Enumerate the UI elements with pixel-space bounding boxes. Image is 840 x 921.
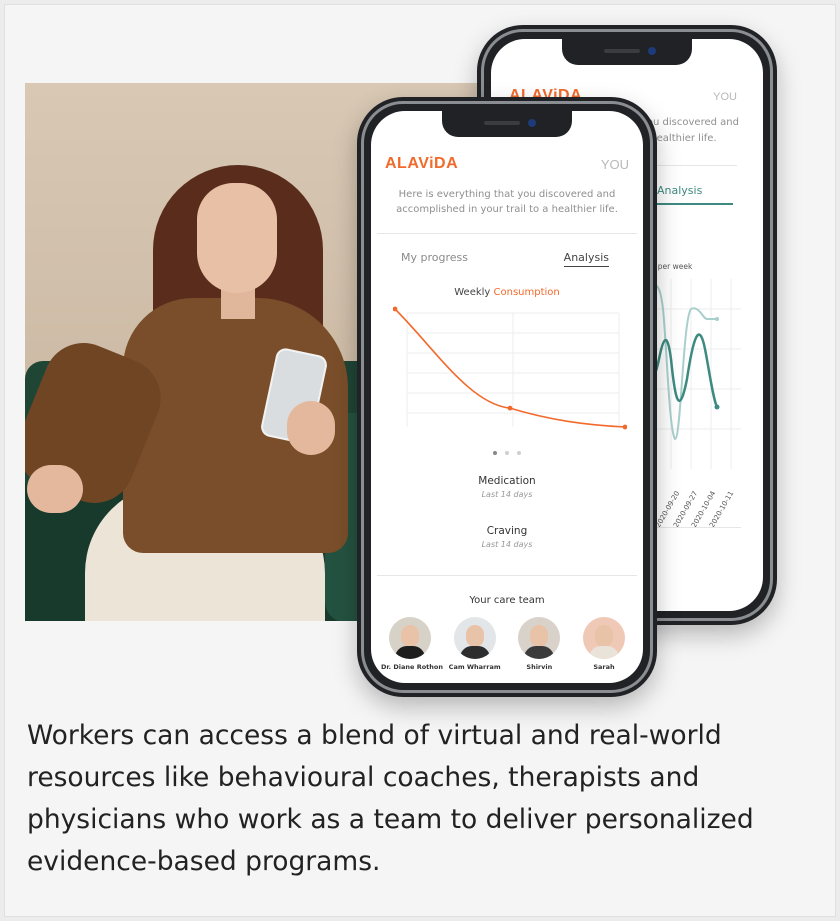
caption-text: Workers can access a blend of virtual an… — [27, 720, 754, 877]
front-phone-mockup: ALAViDA YOU Here is everything that you … — [357, 97, 657, 697]
profile-tab[interactable]: YOU — [601, 157, 629, 172]
tab-bar: My progress Analysis — [401, 251, 609, 267]
tab-my-progress[interactable]: My progress — [401, 251, 468, 267]
care-team-member[interactable]: Dr. Diane Rothon — [381, 617, 444, 671]
front-phone-screen: ALAViDA YOU Here is everything that you … — [371, 111, 643, 683]
section-medication[interactable]: Medication Last 14 days — [371, 475, 643, 499]
care-team-title: Your care team — [469, 595, 545, 606]
pager-dot-0[interactable] — [493, 451, 497, 455]
section-title: Medication — [478, 475, 536, 487]
x-axis-labels: 0-132020-09-202020-09-272020-10-042020-1… — [636, 469, 763, 529]
section-subtitle: Last 14 days — [481, 540, 533, 549]
content-card: ALAViDA YOU you discovered and a healthi… — [4, 4, 836, 917]
tab-analysis[interactable]: Analysis — [657, 184, 702, 197]
care-team-member[interactable]: Shirvin — [510, 617, 568, 671]
carousel-pager[interactable] — [371, 451, 643, 455]
section-subtitle: Last 14 days — [481, 490, 533, 499]
care-team-list: Dr. Diane Rothon Cam Wharram Shirvin Sarah — [381, 617, 633, 671]
avatar — [582, 617, 625, 659]
chart-title-prefix: Weekly — [454, 287, 491, 298]
member-name: Dr. Diane Rothon — [381, 663, 444, 671]
chart-title: Weekly Consumption — [371, 287, 643, 298]
section-craving[interactable]: Craving Last 14 days — [371, 525, 643, 549]
weekly-consumption-chart — [393, 306, 627, 430]
member-name: Cam Wharram — [448, 663, 501, 671]
tab-analysis[interactable]: Analysis — [563, 251, 609, 267]
pager-dot-1[interactable] — [505, 451, 509, 455]
care-team-member[interactable]: Cam Wharram — [446, 617, 504, 671]
avatar — [518, 617, 561, 659]
avatar — [389, 617, 431, 659]
data-point-1 — [507, 405, 513, 411]
intro-line-1: you discovered and — [641, 117, 739, 128]
profile-tab[interactable]: YOU — [713, 91, 737, 103]
pager-dot-2[interactable] — [517, 451, 521, 455]
avatar — [453, 617, 496, 659]
member-name: Shirvin — [526, 663, 553, 671]
section-title: Craving — [486, 525, 528, 537]
intro-text: Here is everything that you discovered a… — [396, 189, 618, 215]
data-point-2 — [622, 424, 627, 430]
care-team-member[interactable]: Sarah — [575, 617, 633, 671]
brand-logo: ALAViDA — [385, 155, 459, 172]
member-name: Sarah — [593, 663, 615, 671]
intro-line-2: a healthier life. — [641, 133, 717, 144]
chart-title-highlight: Consumption — [493, 287, 560, 298]
